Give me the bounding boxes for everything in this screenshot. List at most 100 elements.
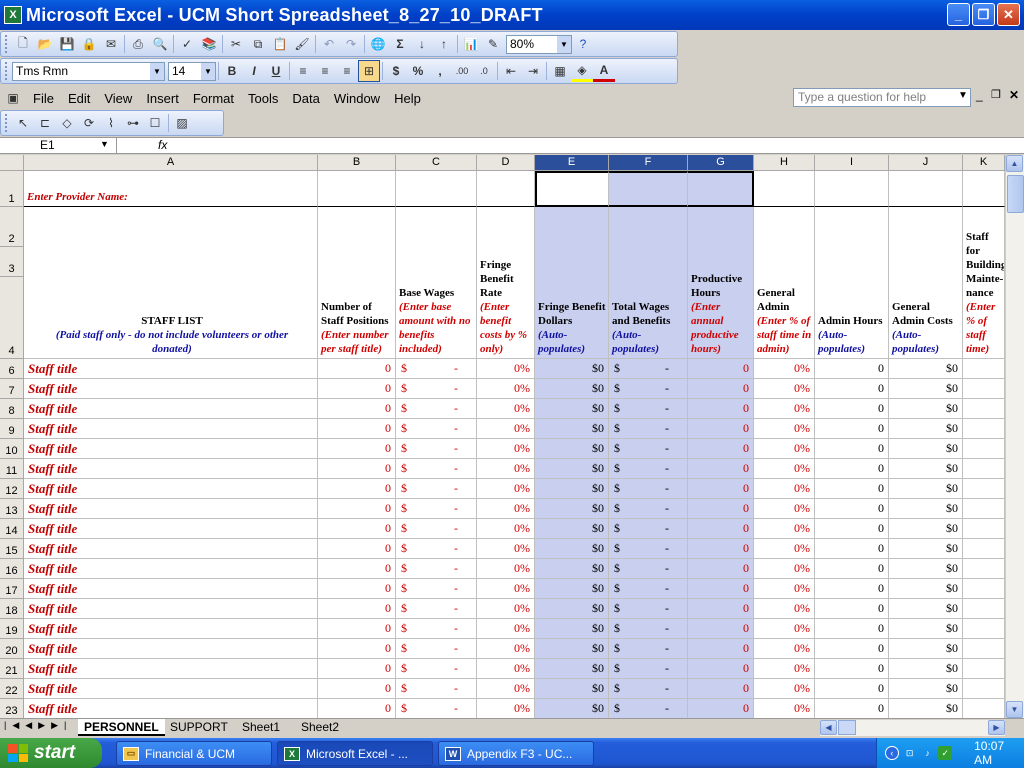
sort-descending-icon[interactable]: ↑ bbox=[433, 33, 455, 55]
total-wages-cell[interactable]: $ - bbox=[609, 459, 688, 479]
cell-k1[interactable] bbox=[963, 171, 1005, 207]
cut-icon[interactable]: ✂ bbox=[225, 33, 247, 55]
general-admin-cell[interactable]: 0% bbox=[754, 419, 815, 439]
row-header[interactable]: 11 bbox=[0, 459, 24, 479]
scroll-down-icon[interactable]: ▼ bbox=[1006, 701, 1023, 718]
productive-hours-cell[interactable]: 0 bbox=[688, 379, 754, 399]
base-wages-cell[interactable]: $ - bbox=[396, 359, 477, 379]
align-right-icon[interactable]: ≡ bbox=[336, 60, 358, 82]
staff-positions-cell[interactable]: 0 bbox=[318, 499, 396, 519]
fringe-rate-cell[interactable]: 0% bbox=[477, 619, 535, 639]
base-wages-cell[interactable]: $ - bbox=[396, 699, 477, 718]
building-maintenance-cell[interactable] bbox=[963, 579, 1005, 599]
fringe-dollars-cell[interactable]: $0 bbox=[535, 479, 609, 499]
restore-button[interactable]: ❐ bbox=[972, 3, 995, 26]
italic-button[interactable]: I bbox=[243, 60, 265, 82]
base-wages-cell[interactable]: $ - bbox=[396, 679, 477, 699]
base-wages-cell[interactable]: $ - bbox=[396, 499, 477, 519]
general-admin-cell[interactable]: 0% bbox=[754, 639, 815, 659]
staff-title-cell[interactable]: Staff title bbox=[24, 599, 318, 619]
admin-costs-cell[interactable]: $0 bbox=[889, 659, 963, 679]
col-header-j[interactable]: J bbox=[889, 155, 963, 171]
admin-costs-cell[interactable]: $0 bbox=[889, 439, 963, 459]
admin-hours-cell[interactable]: 0 bbox=[815, 679, 889, 699]
fringe-dollars-cell[interactable]: $0 bbox=[535, 579, 609, 599]
base-wages-cell[interactable]: $ - bbox=[396, 539, 477, 559]
total-wages-cell[interactable]: $ - bbox=[609, 399, 688, 419]
col-header-g[interactable]: G bbox=[688, 155, 754, 171]
font-color-icon[interactable]: A bbox=[593, 60, 615, 82]
cell-j1[interactable] bbox=[889, 171, 963, 207]
total-wages-cell[interactable]: $ - bbox=[609, 659, 688, 679]
building-maintenance-cell[interactable] bbox=[963, 679, 1005, 699]
productive-hours-cell[interactable]: 0 bbox=[688, 639, 754, 659]
format-painter-icon[interactable]: 🖌 bbox=[291, 33, 313, 55]
hscroll-thumb[interactable] bbox=[838, 720, 856, 735]
align-center-icon[interactable]: ≡ bbox=[314, 60, 336, 82]
row-header[interactable]: 23 bbox=[0, 699, 24, 718]
admin-costs-cell[interactable]: $0 bbox=[889, 419, 963, 439]
row-header[interactable]: 22 bbox=[0, 679, 24, 699]
staff-positions-cell[interactable]: 0 bbox=[318, 619, 396, 639]
close-button[interactable]: ✕ bbox=[997, 3, 1020, 26]
admin-hours-cell[interactable]: 0 bbox=[815, 419, 889, 439]
increase-indent-icon[interactable]: ⇥ bbox=[522, 60, 544, 82]
font-size-select[interactable]: 14 ▼ bbox=[168, 61, 216, 81]
admin-hours-cell[interactable]: 0 bbox=[815, 579, 889, 599]
fringe-rate-cell[interactable]: 0% bbox=[477, 439, 535, 459]
admin-costs-cell[interactable]: $0 bbox=[889, 639, 963, 659]
paste-icon[interactable]: 📋 bbox=[269, 33, 291, 55]
scroll-left-icon[interactable]: ◀ bbox=[820, 720, 837, 735]
total-wages-cell[interactable]: $ - bbox=[609, 559, 688, 579]
staff-title-cell[interactable]: Staff title bbox=[24, 439, 318, 459]
building-maintenance-cell[interactable] bbox=[963, 519, 1005, 539]
total-wages-cell[interactable]: $ - bbox=[609, 599, 688, 619]
scroll-thumb[interactable] bbox=[1007, 175, 1024, 213]
staff-title-cell[interactable]: Staff title bbox=[24, 499, 318, 519]
staff-positions-cell[interactable]: 0 bbox=[318, 359, 396, 379]
vertical-scrollbar[interactable]: ▲ ▼ bbox=[1005, 155, 1024, 718]
admin-hours-cell[interactable]: 0 bbox=[815, 699, 889, 718]
increase-decimal-button[interactable]: .00 bbox=[451, 60, 473, 82]
productive-hours-cell[interactable]: 0 bbox=[688, 679, 754, 699]
admin-costs-cell[interactable]: $0 bbox=[889, 359, 963, 379]
total-wages-cell[interactable]: $ - bbox=[609, 619, 688, 639]
building-maintenance-cell[interactable] bbox=[963, 599, 1005, 619]
admin-costs-cell[interactable]: $0 bbox=[889, 499, 963, 519]
staff-title-cell[interactable]: Staff title bbox=[24, 479, 318, 499]
shapes-icon[interactable]: ◇ bbox=[56, 112, 78, 134]
fringe-rate-cell[interactable]: 0% bbox=[477, 679, 535, 699]
base-wages-cell[interactable]: $ - bbox=[396, 519, 477, 539]
row-header[interactable]: 21 bbox=[0, 659, 24, 679]
base-wages-cell[interactable]: $ - bbox=[396, 399, 477, 419]
autosum-icon[interactable]: Σ bbox=[389, 33, 411, 55]
productive-hours-cell[interactable]: 0 bbox=[688, 579, 754, 599]
admin-costs-cell[interactable]: $0 bbox=[889, 559, 963, 579]
print-preview-icon[interactable]: 🔍 bbox=[149, 33, 171, 55]
fringe-rate-cell[interactable]: 0% bbox=[477, 699, 535, 718]
staff-positions-cell[interactable]: 0 bbox=[318, 599, 396, 619]
general-admin-cell[interactable]: 0% bbox=[754, 399, 815, 419]
staff-positions-cell[interactable]: 0 bbox=[318, 419, 396, 439]
chevron-down-icon[interactable]: ▼ bbox=[201, 62, 215, 80]
building-maintenance-cell[interactable] bbox=[963, 699, 1005, 718]
total-wages-cell[interactable]: $ - bbox=[609, 639, 688, 659]
fringe-dollars-cell[interactable]: $0 bbox=[535, 679, 609, 699]
admin-costs-cell[interactable]: $0 bbox=[889, 539, 963, 559]
security-icon[interactable]: ✓ bbox=[938, 746, 953, 760]
volume-icon[interactable]: ♪ bbox=[921, 746, 935, 760]
staff-title-cell[interactable]: Staff title bbox=[24, 519, 318, 539]
general-admin-cell[interactable]: 0% bbox=[754, 619, 815, 639]
admin-costs-cell[interactable]: $0 bbox=[889, 479, 963, 499]
scroll-right-icon[interactable]: ▶ bbox=[988, 720, 1005, 735]
menu-data[interactable]: Data bbox=[285, 91, 326, 106]
undo-icon[interactable]: ↶ bbox=[318, 33, 340, 55]
staff-positions-cell[interactable]: 0 bbox=[318, 379, 396, 399]
select-all-corner[interactable] bbox=[0, 155, 24, 171]
cell-g1[interactable] bbox=[688, 171, 754, 207]
fringe-rate-cell[interactable]: 0% bbox=[477, 359, 535, 379]
task-financial-ucm[interactable]: ▭ Financial & UCM bbox=[116, 741, 272, 766]
align-left-icon[interactable]: ≡ bbox=[292, 60, 314, 82]
building-maintenance-cell[interactable] bbox=[963, 479, 1005, 499]
staff-title-cell[interactable]: Staff title bbox=[24, 559, 318, 579]
